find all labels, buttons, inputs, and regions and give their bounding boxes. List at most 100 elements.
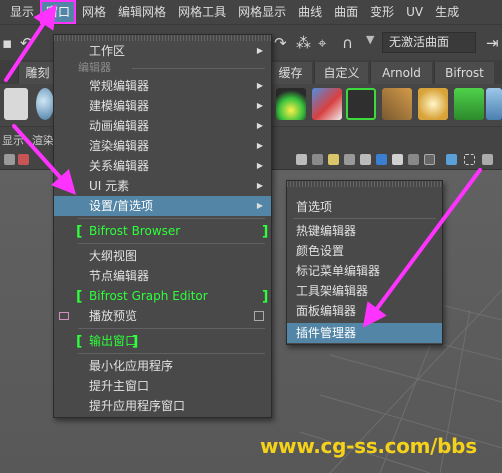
menu-item-output-window[interactable]: [输出窗口] — [54, 331, 271, 351]
lighting-icon[interactable] — [328, 154, 339, 165]
menu-item-label: 最小化应用程序 — [89, 359, 174, 373]
menu-item-modeling-editors[interactable]: 建模编辑器 ▶ — [54, 96, 271, 116]
menu-item-label: 节点编辑器 — [89, 269, 150, 283]
document-icon[interactable] — [4, 88, 28, 120]
menu-item-raise-app-windows[interactable]: 提升应用程序窗口 — [54, 396, 271, 416]
divider — [78, 243, 265, 244]
submenu-arrow-icon: ▶ — [256, 141, 263, 150]
snap-point-icon[interactable]: ⁂ — [296, 34, 311, 52]
menu-item-node-editor[interactable]: 节点编辑器 — [54, 266, 271, 286]
submenu-item-panel-editor[interactable]: 面板编辑器 — [287, 301, 442, 321]
submenu-item-hotkey-editor[interactable]: 热键编辑器 — [287, 221, 442, 241]
menu-mesh-display[interactable]: 网格显示 — [232, 0, 292, 24]
menu-item-label: 输出窗口 — [89, 334, 138, 348]
menu-item-relationship-editors[interactable]: 关系编辑器 ▶ — [54, 156, 271, 176]
isolate-icon[interactable] — [360, 154, 371, 165]
playblast-icon — [59, 312, 69, 320]
menu-item-bifrost-browser[interactable]: [Bifrost Browser] — [54, 221, 271, 241]
bulb-icon[interactable] — [418, 88, 448, 120]
menu-uv[interactable]: UV — [400, 0, 429, 24]
xray-icon[interactable] — [376, 154, 387, 165]
menu-edit-mesh[interactable]: 编辑网格 — [112, 0, 172, 24]
hud-icon[interactable] — [446, 154, 457, 165]
panel-menu-display[interactable]: 显示 — [2, 132, 24, 148]
menu-curves[interactable]: 曲线 — [292, 0, 328, 24]
menu-item-workspaces[interactable]: 工作区 ▶ — [54, 41, 271, 61]
wireframe-icon[interactable] — [296, 154, 307, 165]
bookmark-icon[interactable] — [18, 154, 29, 165]
light-area-icon[interactable] — [276, 88, 306, 120]
menu-deform[interactable]: 变形 — [364, 0, 400, 24]
submenu-arrow-icon: ▶ — [256, 201, 263, 210]
render-icon[interactable] — [312, 88, 342, 120]
grass-icon[interactable] — [454, 88, 484, 120]
shelf-tab-arnold[interactable]: Arnold — [370, 62, 432, 84]
input-icon[interactable]: ⇥ — [486, 34, 499, 52]
texture-icon[interactable] — [382, 88, 412, 120]
menu-item-ui-elements[interactable]: UI 元素 ▶ — [54, 176, 271, 196]
menu-item-minimize-app[interactable]: 最小化应用程序 — [54, 356, 271, 376]
menu-item-label: UI 元素 — [89, 179, 130, 193]
menu-generate[interactable]: 生成 — [429, 0, 465, 24]
shelf-tab-custom[interactable]: 自定义 — [314, 62, 368, 84]
sphere-icon[interactable] — [36, 88, 54, 120]
menu-item-animation-editors[interactable]: 动画编辑器 ▶ — [54, 116, 271, 136]
menu-window[interactable]: 窗口 — [40, 0, 77, 24]
divider — [78, 328, 265, 329]
smooth-shade-icon[interactable] — [312, 154, 323, 165]
menu-mesh[interactable]: 网格 — [76, 0, 112, 24]
camera-icon[interactable] — [4, 154, 15, 165]
live-surface-field[interactable]: 无激活曲面 — [382, 32, 476, 53]
watermark: www.cg-ss.com/bbs — [260, 434, 477, 458]
skydome-icon[interactable] — [346, 88, 376, 120]
tear-off-handle[interactable] — [287, 181, 442, 187]
grid-icon[interactable] — [424, 154, 435, 165]
divider — [78, 218, 265, 219]
shadows-icon[interactable] — [344, 154, 355, 165]
submenu-arrow-icon: ▶ — [256, 101, 263, 110]
window-menu-dropdown: 工作区 ▶ 编辑器 常规编辑器 ▶ 建模编辑器 ▶ 动画编辑器 ▶ 渲染编辑器 ▶ 关系编… — [53, 34, 272, 418]
menu-item-label: 播放预览 — [89, 309, 138, 323]
menu-item-label: 提升应用程序窗口 — [89, 399, 186, 413]
camera-attr-icon[interactable] — [482, 154, 493, 165]
menu-item-settings-preferences[interactable]: 设置/首选项 ▶ — [54, 196, 271, 216]
shelf-tab-sculpt[interactable]: 雕刻 — [18, 62, 56, 84]
menu-item-raise-main-window[interactable]: 提升主窗口 — [54, 376, 271, 396]
textured-icon[interactable] — [392, 154, 403, 165]
save-icon[interactable]: ▪ — [2, 34, 12, 52]
submenu-item-marking-menu-editor[interactable]: 标记菜单编辑器 — [287, 261, 442, 281]
chevron-down-icon[interactable]: ▼ — [366, 33, 374, 46]
menu-item-outliner[interactable]: 大纲视图 — [54, 246, 271, 266]
menu-item-general-editors[interactable]: 常规编辑器 ▶ — [54, 76, 271, 96]
fluid-icon[interactable] — [486, 88, 502, 120]
resolution-gate-icon[interactable] — [408, 154, 419, 165]
bracket-right: ] — [262, 289, 269, 305]
snap-view-icon[interactable]: ⌖ — [318, 34, 326, 52]
menu-item-playblast[interactable]: 播放预览 — [54, 306, 271, 326]
submenu-item-preferences[interactable]: 首选项 — [287, 197, 442, 217]
frame-selected-icon[interactable] — [464, 154, 475, 165]
magnet-icon[interactable]: ∩ — [342, 34, 353, 52]
menu-item-label: 关系编辑器 — [89, 159, 150, 173]
menu-item-label: 提升主窗口 — [89, 379, 150, 393]
menu-display[interactable]: 显示 — [4, 0, 40, 24]
menu-item-label: 动画编辑器 — [89, 119, 150, 133]
submenu-item-plugin-manager[interactable]: 插件管理器 — [287, 323, 442, 343]
menu-item-rendering-editors[interactable]: 渲染编辑器 ▶ — [54, 136, 271, 156]
menu-item-bifrost-graph-editor[interactable]: [Bifrost Graph Editor] — [54, 286, 271, 306]
menu-item-label: 设置/首选项 — [89, 199, 154, 213]
submenu-arrow-icon: ▶ — [256, 81, 263, 90]
option-box-checkbox[interactable] — [254, 311, 264, 321]
menu-item-label: 工作区 — [89, 44, 126, 58]
menu-surfaces[interactable]: 曲面 — [328, 0, 364, 24]
panel-menu-render[interactable]: 渲染 — [32, 132, 54, 148]
divider — [293, 218, 436, 219]
shelf-tab-cache[interactable]: 缓存 — [268, 62, 312, 84]
shelf-tab-bifrost[interactable]: Bifrost — [434, 62, 494, 84]
snap-curve-icon[interactable]: ↷ — [274, 34, 287, 52]
undo-icon[interactable]: ↶ — [20, 34, 33, 52]
menu-item-label: Bifrost Browser — [89, 224, 181, 238]
submenu-item-shelf-editor[interactable]: 工具架编辑器 — [287, 281, 442, 301]
menu-mesh-tools[interactable]: 网格工具 — [172, 0, 232, 24]
submenu-item-color-settings[interactable]: 颜色设置 — [287, 241, 442, 261]
